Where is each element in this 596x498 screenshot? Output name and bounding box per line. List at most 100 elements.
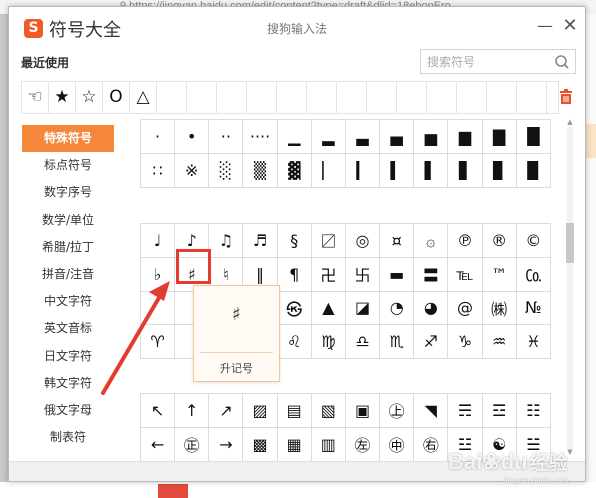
recent-empty-cell[interactable] (157, 82, 187, 113)
symbol-cell[interactable]: ▁ (276, 119, 312, 154)
symbol-cell[interactable]: ☷ (515, 393, 552, 428)
sidebar-item[interactable]: 数字序号 (22, 179, 114, 206)
symbol-cell[interactable]: ▨ (242, 393, 278, 428)
symbol-cell[interactable]: ◕ (413, 290, 449, 326)
symbol-cell[interactable]: ↖ (139, 393, 176, 428)
symbol-cell[interactable]: ▲ (310, 290, 346, 326)
symbol-cell[interactable]: ▦ (276, 426, 312, 462)
symbol-cell[interactable]: ▤ (276, 393, 312, 428)
symbol-cell[interactable]: ▎ (344, 152, 381, 188)
symbol-cell[interactable]: ♩ (139, 223, 176, 258)
symbol-cell[interactable]: ▣ (344, 393, 381, 428)
symbol-cell[interactable]: ¤ (379, 223, 415, 258)
recent-symbol-cell[interactable]: ★ (49, 82, 76, 113)
symbol-cell[interactable]: • (174, 119, 210, 154)
symbol-cell[interactable]: ↗ (208, 393, 244, 428)
symbol-cell[interactable]: ® (481, 223, 517, 258)
symbol-cell[interactable]: ♭ (139, 256, 176, 292)
symbol-cell[interactable]: ℗ (447, 223, 483, 258)
symbol-cell[interactable]: · (139, 119, 176, 154)
symbol-cell[interactable]: ♓ (515, 324, 552, 360)
recent-empty-cell[interactable] (217, 82, 247, 113)
symbol-cell[interactable]: ㊧ (344, 426, 381, 462)
scroll-track[interactable] (567, 127, 573, 449)
search-icon[interactable] (552, 52, 572, 72)
recent-symbol-cell[interactable]: ☜ (22, 82, 49, 113)
symbol-cell[interactable]: ▉ (515, 152, 552, 188)
symbol-cell[interactable]: ㊥ (379, 426, 415, 462)
search-box[interactable] (420, 49, 576, 74)
symbol-cell[interactable]: ░ (208, 152, 244, 188)
recent-empty-cell[interactable] (307, 82, 337, 113)
symbol-cell[interactable]: ▄ (379, 119, 415, 154)
symbol-cell[interactable]: ☴ (447, 393, 483, 428)
symbol-cell[interactable]: ¶ (276, 256, 312, 292)
recent-symbol-cell[interactable]: O (103, 82, 130, 113)
sidebar-item[interactable]: 制表符 (22, 424, 114, 451)
symbol-cell[interactable]: ۞ (413, 223, 449, 258)
symbol-cell[interactable]: 卐 (344, 256, 381, 292)
symbol-cell[interactable]: 〼 (310, 223, 346, 258)
symbol-cell[interactable]: ▬ (379, 256, 415, 292)
sidebar-item[interactable]: 特殊符号 (22, 125, 114, 153)
symbol-cell[interactable]: ← (139, 426, 176, 462)
symbol-cell[interactable]: ·· (208, 119, 244, 154)
symbol-cell[interactable]: ♍ (310, 324, 346, 360)
symbol-cell[interactable]: ◥ (413, 393, 449, 428)
sidebar-item[interactable]: 数学/单位 (22, 207, 114, 234)
symbol-cell[interactable]: ℡ (447, 256, 483, 292)
symbol-cell[interactable]: ▌ (413, 152, 449, 188)
symbol-cell[interactable]: ♎ (344, 324, 381, 360)
sidebar-item[interactable]: 中文字符 (22, 288, 114, 315)
symbol-cell[interactable]: ▏ (310, 152, 346, 188)
symbol-cell[interactable]: ▆ (447, 119, 483, 154)
sidebar-item[interactable]: 希腊/拉丁 (22, 234, 114, 261)
symbol-cell[interactable]: ↑ (174, 393, 210, 428)
trash-icon[interactable] (559, 89, 573, 105)
symbol-cell[interactable]: ▇ (481, 119, 517, 154)
symbol-cell[interactable]: ㊣ (174, 426, 210, 462)
recent-empty-cell[interactable] (517, 82, 547, 113)
close-button[interactable]: ✕ (561, 15, 579, 37)
symbol-cell[interactable]: ㉿ (276, 290, 312, 326)
symbol-cell[interactable]: ▩ (242, 426, 278, 462)
sidebar-item[interactable]: 俄文字母 (22, 397, 114, 424)
symbol-cell[interactable]: ♈ (139, 324, 176, 360)
symbol-cell[interactable]: ♏ (379, 324, 415, 360)
symbol-cell[interactable]: → (208, 426, 244, 462)
symbol-cell[interactable]: ∷ (139, 152, 176, 188)
symbol-cell[interactable]: ◪ (344, 290, 381, 326)
symbol-cell[interactable]: ◔ (379, 290, 415, 326)
symbol-cell[interactable]: ▥ (310, 426, 346, 462)
symbol-cell[interactable]: ···· (242, 119, 278, 154)
symbol-cell[interactable]: ™ (481, 256, 517, 292)
symbol-cell[interactable]: ♪ (174, 223, 210, 258)
title-bar[interactable]: S 符号大全 搜狗输入法 — ✕ (9, 7, 585, 47)
symbol-cell[interactable]: ▅ (413, 119, 449, 154)
symbol-cell[interactable]: ◎ (344, 223, 381, 258)
symbol-cell[interactable]: ▒ (242, 152, 278, 188)
symbol-cell[interactable]: ※ (174, 152, 210, 188)
recent-empty-cell[interactable] (427, 82, 457, 113)
symbol-cell[interactable]: ☲ (481, 393, 517, 428)
symbol-cell[interactable]: ㈱ (481, 290, 517, 326)
sidebar-item[interactable]: 韩文字符 (22, 370, 114, 397)
symbol-cell[interactable]: ▃ (344, 119, 381, 154)
sidebar-item[interactable]: 英文音标 (22, 315, 114, 342)
symbol-cell[interactable]: ㊤ (379, 393, 415, 428)
recent-empty-cell[interactable] (487, 82, 517, 113)
symbol-cell[interactable]: ♫ (208, 223, 244, 258)
search-input[interactable] (421, 50, 549, 73)
recent-empty-cell[interactable] (367, 82, 397, 113)
symbol-cell[interactable]: § (276, 223, 312, 258)
sidebar-item[interactable]: 日文字符 (22, 343, 114, 370)
symbol-cell[interactable]: █ (515, 119, 552, 154)
symbol-cell[interactable]: ♒ (481, 324, 517, 360)
sidebar-item[interactable]: 标点符号 (22, 152, 114, 179)
symbol-cell[interactable]: ♐ (413, 324, 449, 360)
symbol-cell[interactable]: ㊨ (413, 426, 449, 462)
scroll-up-arrow-icon[interactable]: ▲ (566, 119, 574, 126)
symbol-cell[interactable]: ▓ (276, 152, 312, 188)
recent-empty-cell[interactable] (187, 82, 217, 113)
recent-symbol-cell[interactable]: △ (130, 82, 157, 113)
